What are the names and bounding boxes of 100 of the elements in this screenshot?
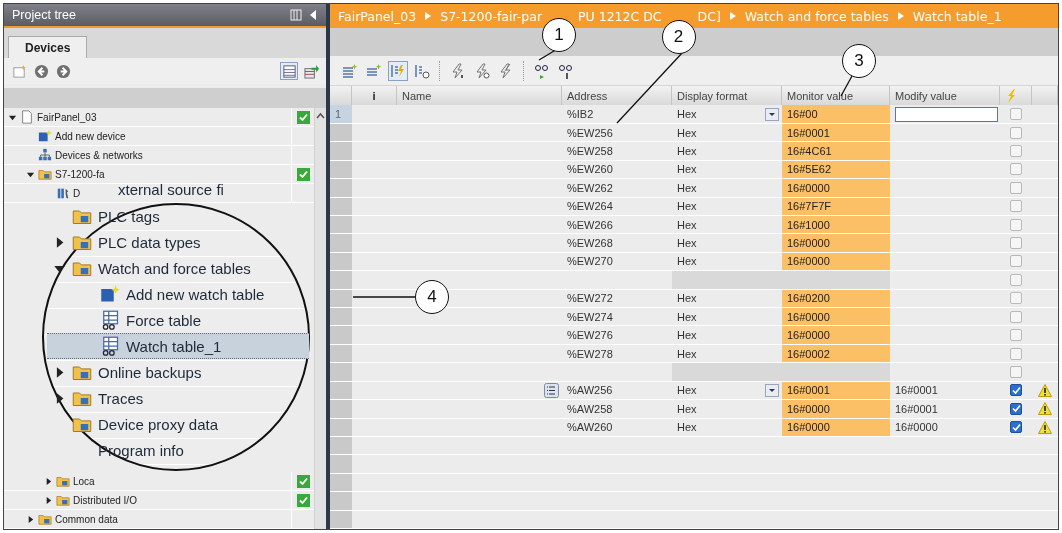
column-header[interactable]: i bbox=[352, 86, 397, 106]
new-item-icon bbox=[38, 129, 52, 143]
display-format-text: Hex bbox=[677, 108, 697, 121]
folder-icon bbox=[56, 474, 70, 488]
tree-item[interactable]: Device proxy data bbox=[53, 411, 219, 437]
glasses-play-icon bbox=[534, 62, 550, 79]
modify-value-input[interactable] bbox=[895, 106, 998, 122]
tree-item[interactable]: FairPanel_03 bbox=[8, 108, 100, 126]
display-format-text: Hex bbox=[677, 329, 697, 342]
address-cell: %EW272 bbox=[562, 289, 672, 309]
scrollbar[interactable] bbox=[314, 108, 326, 529]
display-format-text: Hex bbox=[677, 402, 697, 415]
force-checkbox[interactable] bbox=[1010, 292, 1022, 305]
force-checkbox[interactable] bbox=[1010, 347, 1022, 360]
tree-item[interactable]: Distributed I/O bbox=[44, 491, 140, 509]
tree-item[interactable]: D bbox=[44, 184, 84, 202]
force-checkbox[interactable] bbox=[1010, 310, 1022, 323]
triangle-right-icon bbox=[425, 12, 432, 20]
address-cell: %EW270 bbox=[562, 252, 672, 272]
row-header[interactable]: 1 bbox=[330, 105, 352, 124]
tree-item[interactable]: PLC data types bbox=[53, 229, 201, 255]
tree-item[interactable]: Loca bbox=[44, 472, 98, 490]
caret-right-icon[interactable] bbox=[44, 476, 53, 486]
triangle-left-icon[interactable] bbox=[308, 9, 318, 21]
display-format-text: Hex bbox=[677, 255, 697, 268]
column-header[interactable]: Name bbox=[397, 86, 562, 106]
force-checkbox[interactable] bbox=[1010, 144, 1022, 157]
table-view-button[interactable] bbox=[280, 62, 298, 80]
panel-layout-icon[interactable] bbox=[290, 9, 302, 21]
address-cell: %EW268 bbox=[562, 234, 672, 253]
tree-item[interactable]: xternal source fi bbox=[118, 176, 224, 202]
row-header[interactable] bbox=[330, 400, 352, 419]
force-checkbox[interactable] bbox=[1010, 329, 1022, 342]
lightning-icon[interactable] bbox=[1005, 88, 1017, 103]
back-arrow-button[interactable] bbox=[32, 62, 50, 80]
callout-badge: 1 bbox=[542, 18, 577, 52]
force-checkbox[interactable] bbox=[1010, 384, 1022, 397]
force-checkbox[interactable] bbox=[1010, 163, 1022, 176]
tree-item[interactable]: S7-1200-fa bbox=[26, 165, 108, 183]
display-format-text: Hex bbox=[677, 163, 697, 176]
row-header[interactable] bbox=[330, 326, 352, 345]
tree-item[interactable]: Devices & networks bbox=[26, 146, 146, 164]
force-checkbox[interactable] bbox=[1010, 421, 1022, 434]
tree-item[interactable]: Online backups bbox=[53, 359, 202, 385]
address-cell: %EW260 bbox=[562, 160, 672, 180]
force-checkbox[interactable] bbox=[1010, 255, 1022, 268]
row-header[interactable] bbox=[330, 271, 352, 290]
tree-item[interactable]: Add new device bbox=[26, 127, 129, 145]
row-header[interactable] bbox=[330, 308, 352, 327]
forward-arrow-button[interactable] bbox=[54, 62, 72, 80]
tree-item[interactable]: Traces bbox=[53, 385, 144, 411]
tree-item[interactable]: Add new watch table bbox=[81, 281, 265, 307]
force-checkbox[interactable] bbox=[1010, 366, 1022, 378]
force-checkbox[interactable] bbox=[1010, 273, 1022, 286]
address-cell: %AW256 bbox=[562, 381, 672, 401]
row-header[interactable] bbox=[330, 363, 352, 382]
column-header[interactable]: Address bbox=[562, 86, 672, 106]
tree-item[interactable]: Common data bbox=[26, 510, 121, 528]
network-icon bbox=[38, 148, 52, 162]
force-checkbox[interactable] bbox=[1010, 218, 1022, 231]
row-header[interactable] bbox=[330, 455, 352, 474]
display-format-text: Hex bbox=[677, 218, 697, 231]
address-cell: %EW266 bbox=[562, 215, 672, 235]
force-checkbox[interactable] bbox=[1010, 402, 1022, 415]
row-header[interactable] bbox=[330, 492, 352, 511]
caret-right-icon[interactable] bbox=[26, 514, 35, 524]
caret-right-icon[interactable] bbox=[44, 495, 53, 505]
column-header[interactable]: Modify value bbox=[890, 86, 1000, 106]
force-checkbox[interactable] bbox=[1010, 108, 1022, 121]
add-row-icon bbox=[342, 62, 358, 79]
force-checkbox[interactable] bbox=[1010, 181, 1022, 194]
monitor-clock-icon bbox=[414, 62, 430, 79]
modify-double-icon bbox=[498, 62, 514, 79]
document-icon bbox=[20, 110, 34, 124]
export-button[interactable] bbox=[302, 62, 320, 80]
table-view-icon bbox=[281, 63, 297, 79]
monitor-lightning-icon bbox=[390, 62, 406, 79]
display-format-text: Hex bbox=[677, 384, 697, 397]
monitor-lightning-button[interactable] bbox=[388, 60, 408, 81]
monitor-value-cell: 16#0000 bbox=[782, 326, 890, 345]
tree-item[interactable]: Force table bbox=[81, 307, 202, 333]
list-icon[interactable] bbox=[544, 382, 559, 398]
force-checkbox[interactable] bbox=[1010, 200, 1022, 213]
tree-item[interactable]: Watch and force tables bbox=[53, 255, 251, 281]
row-header[interactable] bbox=[330, 179, 352, 198]
display-format-text: Hex bbox=[677, 237, 697, 250]
row-header[interactable] bbox=[330, 142, 352, 161]
address-cell: %AW260 bbox=[562, 418, 672, 437]
row-header[interactable] bbox=[330, 234, 352, 253]
force-checkbox[interactable] bbox=[1010, 126, 1022, 139]
display-format-text: Hex bbox=[677, 200, 697, 213]
insert-row-icon bbox=[366, 62, 382, 79]
tab[interactable]: Devices bbox=[8, 36, 88, 58]
force-checkbox[interactable] bbox=[1010, 237, 1022, 250]
monitor-value-cell: 16#0000 bbox=[782, 179, 890, 198]
modify-lightning-icon bbox=[450, 62, 466, 79]
tree-item[interactable]: Watch table_1 bbox=[47, 333, 309, 359]
column-header[interactable]: Display format bbox=[672, 86, 782, 106]
modify-clock-icon bbox=[474, 62, 490, 79]
scroll-up-icon[interactable] bbox=[316, 112, 325, 119]
